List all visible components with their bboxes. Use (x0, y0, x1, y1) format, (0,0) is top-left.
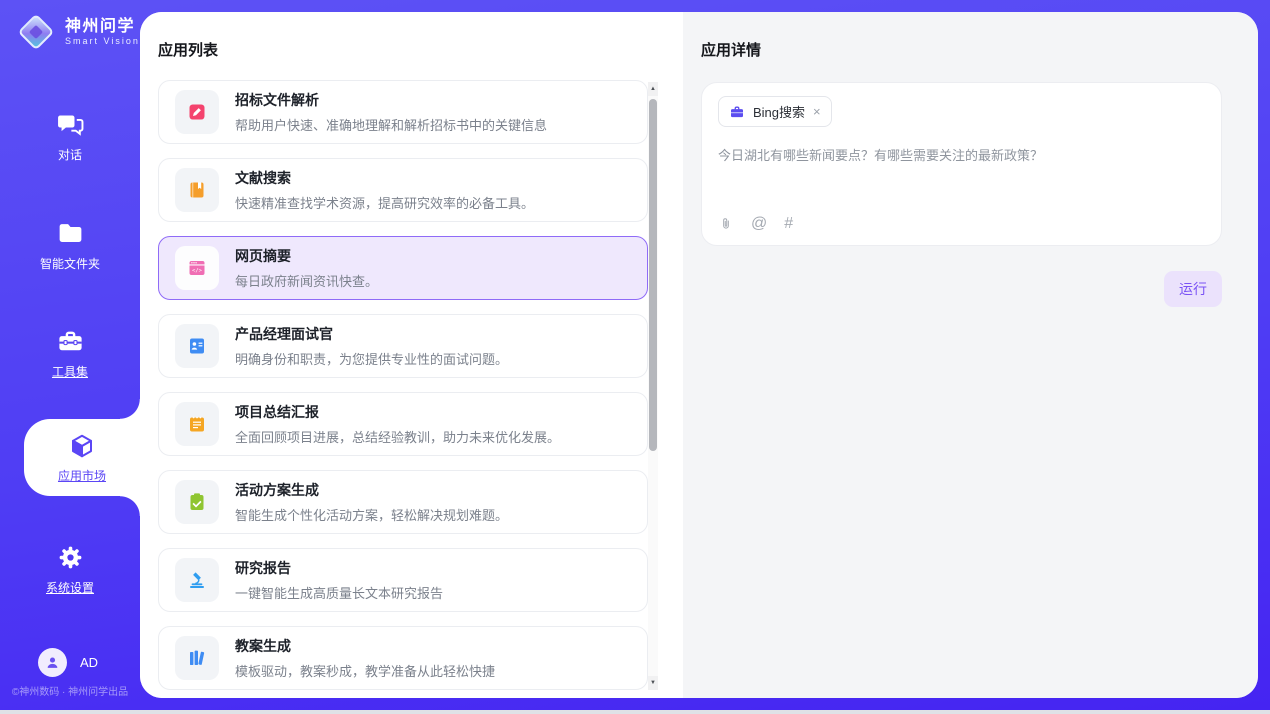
app-desc: 明确身份和职责，为您提供专业性的面试问题。 (235, 349, 508, 368)
sidebar-item-settings[interactable]: 系统设置 (0, 543, 140, 596)
sidebar-item-label: 智能文件夹 (40, 255, 100, 272)
scroll-up-icon[interactable]: ▲ (648, 82, 658, 96)
composer-toolbar: @ # (718, 215, 1205, 233)
books-icon (187, 648, 207, 668)
sidebar-item-label: 应用市场 (58, 467, 106, 484)
app-title: 文献搜索 (235, 168, 534, 188)
sidebar-item-label: 系统设置 (46, 579, 94, 596)
user-account[interactable]: AD (38, 648, 98, 677)
tool-tag-label: Bing搜索 (753, 102, 805, 121)
app-icon-tile (175, 636, 219, 680)
app-desc: 快速精准查找学术资源，提高研究效率的必备工具。 (235, 193, 534, 212)
chat-icon (56, 110, 85, 139)
app-icon-tile (175, 480, 219, 524)
hash-icon[interactable]: # (784, 215, 793, 233)
app-title: 招标文件解析 (235, 90, 547, 110)
briefcase-icon (729, 104, 745, 120)
brand-name: 神州问学 (65, 18, 140, 36)
prompt-text[interactable]: 今日湖北有哪些新闻要点？有哪些需要关注的最新政策？ (718, 145, 1205, 164)
run-row: 运行 (701, 271, 1222, 307)
app-card-lesson-plan[interactable]: 教案生成 模板驱动，教案秒成，教学准备从此轻松快捷 (158, 626, 648, 690)
person-icon (44, 654, 61, 671)
app-card-web-summary[interactable]: </> 网页摘要 每日政府新闻资讯快查。 (158, 236, 648, 300)
sidebar-item-toolset[interactable]: 工具集 (0, 327, 140, 380)
sidebar-item-label: 对话 (58, 146, 82, 163)
app-title: 教案生成 (235, 636, 495, 656)
app-desc: 全面回顾项目进展，总结经验教训，助力未来优化发展。 (235, 427, 560, 446)
resume-icon (187, 336, 207, 356)
scroll-down-icon[interactable]: ▼ (648, 676, 658, 690)
app-desc: 帮助用户快速、准确地理解和解析招标书中的关键信息 (235, 115, 547, 134)
app-title: 产品经理面试官 (235, 324, 508, 344)
app-card-bid-document-parse[interactable]: 招标文件解析 帮助用户快速、准确地理解和解析招标书中的关键信息 (158, 80, 648, 144)
app-card-literature-search[interactable]: 文献搜索 快速精准查找学术资源，提高研究效率的必备工具。 (158, 158, 648, 222)
app-icon-tile (175, 558, 219, 602)
app-icon-tile: </> (175, 246, 219, 290)
app-card-research-report[interactable]: 研究报告 一键智能生成高质量长文本研究报告 (158, 548, 648, 612)
content-panel: 应用列表 招标文件解析 帮助用户快速、准确地理解和解析招标书中的关键信息 (140, 12, 1258, 698)
gear-icon (56, 543, 85, 572)
app-icon-tile (175, 324, 219, 368)
brand-logo: 神州问学 Smart Vision (16, 12, 140, 52)
pen-square-icon (187, 102, 207, 122)
sidebar-item-smart-folder[interactable]: 智能文件夹 (0, 219, 140, 272)
app-title: 活动方案生成 (235, 480, 508, 500)
app-card-event-plan[interactable]: 活动方案生成 智能生成个性化活动方案，轻松解决规划难题。 (158, 470, 648, 534)
cube-icon (67, 432, 97, 462)
app-list-title: 应用列表 (158, 39, 218, 60)
app-icon-tile (175, 402, 219, 446)
app-card-project-summary[interactable]: 项目总结汇报 全面回顾项目进展，总结经验教训，助力未来优化发展。 (158, 392, 648, 456)
sidebar-item-chat[interactable]: 对话 (0, 110, 140, 163)
scrollbar[interactable]: ▲ ▼ (648, 82, 658, 690)
app-desc: 每日政府新闻资讯快查。 (235, 271, 378, 290)
app-cards: 招标文件解析 帮助用户快速、准确地理解和解析招标书中的关键信息 文献搜索 快速精… (158, 80, 648, 698)
clipboard-check-icon (187, 492, 207, 512)
avatar (38, 648, 67, 677)
app-icon-tile (175, 168, 219, 212)
app-detail-title: 应用详情 (701, 39, 761, 60)
folder-icon (56, 219, 85, 248)
sidebar-item-app-market[interactable]: 应用市场 (24, 419, 140, 496)
toolbox-icon (56, 327, 85, 356)
app-title: 研究报告 (235, 558, 443, 578)
app-icon-tile (175, 90, 219, 134)
app-title: 项目总结汇报 (235, 402, 560, 422)
svg-text:</>: </> (192, 268, 203, 274)
brand-tagline: Smart Vision (65, 36, 140, 46)
app-card-pm-interviewer[interactable]: 产品经理面试官 明确身份和职责，为您提供专业性的面试问题。 (158, 314, 648, 378)
app-desc: 一键智能生成高质量长文本研究报告 (235, 583, 443, 602)
app-detail-pane: 应用详情 Bing搜索 × 今日湖北有哪些新闻要点？有哪些需要关注的最新政策？ … (683, 12, 1258, 698)
close-icon[interactable]: × (813, 105, 821, 118)
paperclip-icon[interactable] (718, 216, 734, 232)
app-title: 网页摘要 (235, 246, 378, 266)
notepad-icon (187, 414, 207, 434)
user-name: AD (80, 655, 98, 670)
app-desc: 智能生成个性化活动方案，轻松解决规划难题。 (235, 505, 508, 524)
browser-code-icon: </> (187, 258, 207, 278)
diamond-logo-icon (16, 12, 56, 52)
run-button[interactable]: 运行 (1164, 271, 1222, 307)
scrollbar-thumb[interactable] (649, 99, 657, 451)
app-list-pane: 应用列表 招标文件解析 帮助用户快速、准确地理解和解析招标书中的关键信息 (140, 12, 683, 698)
at-icon[interactable]: @ (751, 215, 767, 233)
copyright-text: ©神州数码 · 神州问学出品 (0, 683, 140, 698)
prompt-input-card[interactable]: Bing搜索 × 今日湖北有哪些新闻要点？有哪些需要关注的最新政策？ @ # (701, 82, 1222, 246)
app-desc: 模板驱动，教案秒成，教学准备从此轻松快捷 (235, 661, 495, 680)
book-icon (187, 180, 207, 200)
microscope-icon (187, 570, 207, 590)
sidebar-item-label: 工具集 (52, 363, 88, 380)
tool-tag-bing-search[interactable]: Bing搜索 × (718, 96, 832, 127)
